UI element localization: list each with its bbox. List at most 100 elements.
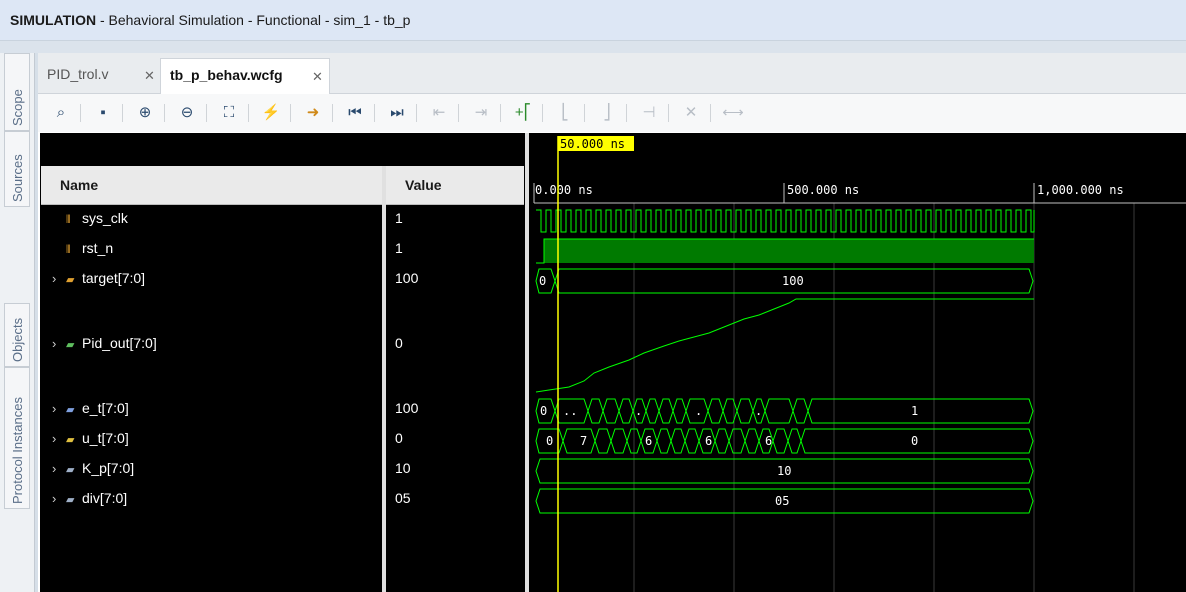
zoom-in-icon[interactable]: ⊕ (134, 102, 156, 124)
signal-name: u_t[7:0] (82, 430, 129, 446)
save-icon[interactable]: ▪ (92, 102, 114, 124)
pid-out-wave (535, 298, 1034, 393)
bus-signal-icon: ▰ (66, 404, 75, 416)
signal-row-k-p[interactable]: › ▰ K_p[7:0] (52, 460, 134, 480)
cursor-marker-icon[interactable]: ⚡ (260, 102, 282, 124)
value-column-header[interactable]: Value (405, 177, 442, 193)
u-t-value-4: 6 (765, 434, 772, 448)
bus-signal-icon: ▰ (66, 339, 75, 351)
e-t-value-4: . (755, 404, 762, 418)
signal-list-header: Name Value (41, 166, 524, 205)
zoom-fit-icon[interactable]: ⛶ (218, 102, 240, 124)
tab-pid-trol[interactable]: PID_trol.v ✕ (38, 58, 160, 93)
expand-chevron-icon[interactable]: › (52, 491, 66, 506)
signal-row-sys-clk[interactable]: ⫴ sys_clk (52, 210, 128, 230)
e-t-value-5: 1 (911, 404, 918, 418)
e-t-value-0: 0 (540, 404, 547, 418)
e-t-value-3: . (695, 404, 702, 418)
delete-marker-icon[interactable]: ✕ (680, 102, 702, 124)
title-strip (0, 41, 1186, 53)
u-t-wave: 0 7 6 6 6 0 (535, 428, 1034, 454)
ruler-label-mid: 500.000 ns (787, 183, 859, 197)
signal-row-pid-out[interactable]: › ▰ Pid_out[7:0] (52, 335, 157, 355)
signal-value: 10 (395, 460, 411, 476)
side-tab-scope[interactable]: Scope (4, 53, 30, 131)
zoom-out-icon[interactable]: ⊖ (176, 102, 198, 124)
u-t-value-3: 6 (705, 434, 712, 448)
side-tab-label: Sources (10, 154, 25, 202)
u-t-value-1: 7 (580, 434, 587, 448)
div-wave: 05 (535, 488, 1034, 514)
previous-marker-icon[interactable]: ⎣ (554, 102, 576, 124)
k-p-value: 10 (777, 464, 791, 478)
signal-name: sys_clk (82, 210, 128, 226)
bit-signal-icon: ⫴ (66, 214, 71, 226)
swap-cursors-icon[interactable]: ⊣ (638, 102, 660, 124)
signal-row-target[interactable]: › ▰ target[7:0] (52, 270, 145, 290)
signal-row-u-t[interactable]: › ▰ u_t[7:0] (52, 430, 129, 450)
bus-signal-icon: ▰ (66, 494, 75, 506)
ruler-label-start: 0.000 ns (535, 183, 593, 197)
side-tab-label: Objects (10, 317, 25, 362)
signal-name: K_p[7:0] (82, 460, 135, 476)
signal-name: e_t[7:0] (82, 400, 129, 416)
signal-value: 0 (395, 335, 403, 351)
tab-label: PID_trol.v (47, 66, 109, 82)
bus-signal-icon: ▰ (66, 274, 75, 286)
expand-chevron-icon[interactable]: › (52, 336, 66, 351)
expand-chevron-icon[interactable]: › (52, 401, 66, 416)
target-wave: 0 100 (535, 268, 1034, 294)
expand-chevron-icon[interactable]: › (52, 271, 66, 286)
target-value-100: 100 (782, 274, 804, 288)
e-t-value-1: .. (563, 404, 577, 418)
bus-signal-icon: ▰ (66, 464, 75, 476)
signal-value: 1 (395, 240, 403, 256)
bit-signal-icon: ⫴ (66, 244, 71, 256)
close-icon[interactable]: ✕ (312, 69, 323, 85)
u-t-value-0: 0 (546, 434, 553, 448)
signal-name: rst_n (82, 240, 114, 256)
previous-transition-icon[interactable]: ⇤ (428, 102, 450, 124)
side-tab-label: Protocol Instances (10, 397, 25, 504)
u-t-value-2: 6 (645, 434, 652, 448)
title-bar: SIMULATION - Behavioral Simulation - Fun… (0, 0, 1186, 41)
signal-value: 0 (395, 430, 403, 446)
rst-n-wave (536, 238, 1034, 264)
snap-icon[interactable]: ⟷ (722, 102, 744, 124)
editor-tab-bar: PID_trol.v ✕ tb_p_behav.wcfg ✕ (38, 53, 1186, 94)
add-marker-icon[interactable]: +⎡ (512, 102, 534, 124)
side-tab-label: Scope (10, 89, 25, 126)
signal-row-rst-n[interactable]: ⫴ rst_n (52, 240, 113, 260)
go-to-start-icon[interactable]: ⏮ (344, 102, 366, 124)
side-tab-objects[interactable]: Objects (4, 303, 30, 367)
signal-name: target[7:0] (82, 270, 146, 286)
go-to-end-icon[interactable]: ⏭ (386, 102, 408, 124)
u-t-value-5: 0 (911, 434, 918, 448)
tab-tb-p-behav[interactable]: tb_p_behav.wcfg ✕ (160, 58, 330, 94)
signal-value: 100 (395, 270, 419, 286)
cursor-time-label: 50.000 ns (560, 137, 625, 151)
side-tab-protocol-instances[interactable]: Protocol Instances (4, 367, 30, 509)
signal-name: Pid_out[7:0] (82, 335, 157, 351)
signal-row-div[interactable]: › ▰ div[7:0] (52, 490, 127, 510)
div-value: 05 (775, 494, 789, 508)
side-tab-sources[interactable]: Sources (4, 131, 30, 207)
bus-signal-icon: ▰ (66, 434, 75, 446)
search-icon[interactable]: ⌕ (50, 102, 72, 124)
signal-row-e-t[interactable]: › ▰ e_t[7:0] (52, 400, 129, 420)
time-cursor[interactable]: 50.000 ns (557, 136, 634, 592)
signal-value: 1 (395, 210, 403, 226)
expand-chevron-icon[interactable]: › (52, 431, 66, 446)
k-p-wave: 10 (535, 458, 1034, 484)
splitter[interactable] (382, 166, 386, 592)
close-icon[interactable]: ✕ (144, 68, 155, 84)
next-marker-icon[interactable]: ⎦ (596, 102, 618, 124)
waveform-canvas[interactable]: 0.000 ns 500.000 ns 1,000.000 ns 0 100 0… (529, 133, 1186, 592)
expand-chevron-icon[interactable]: › (52, 461, 66, 476)
name-column-header[interactable]: Name (60, 177, 98, 193)
go-to-cursor-icon[interactable]: ➜ (302, 102, 324, 124)
side-tabs: Scope Sources Objects Protocol Instances (0, 53, 35, 592)
next-transition-icon[interactable]: ⇥ (470, 102, 492, 124)
wave-toolbar: ⌕ ▪ ⊕ ⊖ ⛶ ⚡ ➜ ⏮ ⏭ ⇤ ⇥ +⎡ ⎣ ⎦ ⊣ ✕ ⟷ (38, 94, 1186, 132)
signal-name: div[7:0] (82, 490, 128, 506)
